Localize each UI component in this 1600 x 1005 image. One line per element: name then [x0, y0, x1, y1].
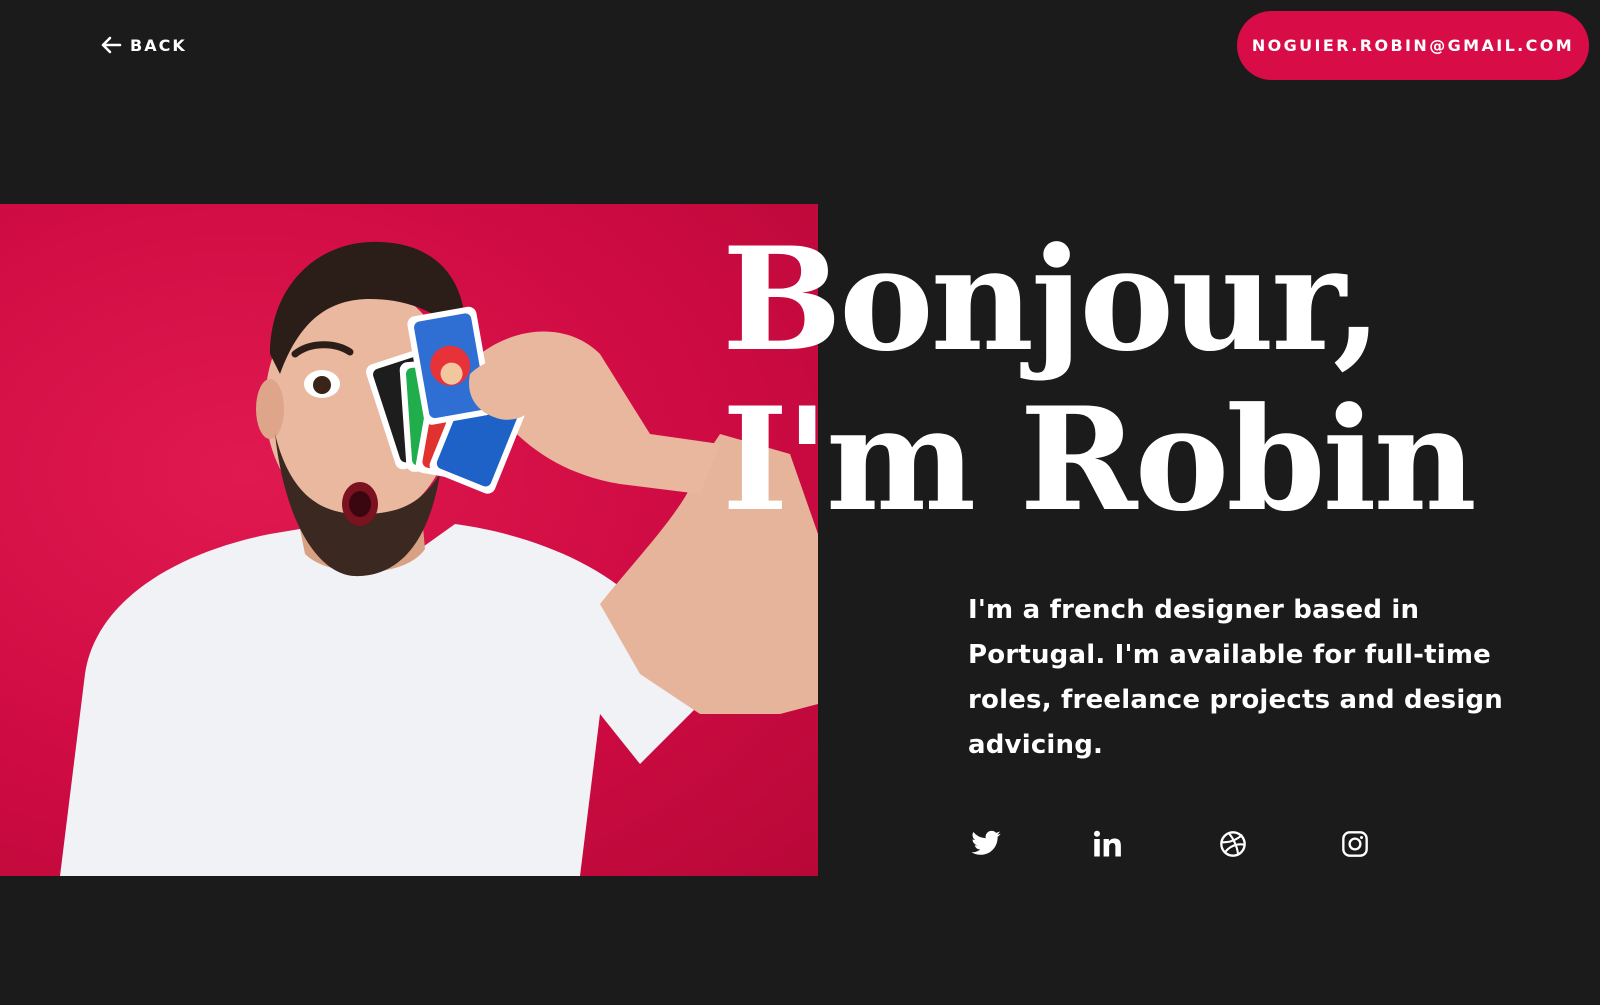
back-label: BACK — [130, 35, 187, 55]
hero-title-line1: Bonjour, — [722, 217, 1382, 383]
dribbble-link[interactable] — [1215, 828, 1251, 864]
hero-title: Bonjour, I'm Robin — [722, 217, 1477, 543]
social-links — [968, 828, 1388, 868]
twitter-icon — [970, 830, 1002, 863]
hero-photo — [0, 204, 818, 876]
linkedin-icon — [1093, 830, 1123, 863]
back-link[interactable]: BACK — [100, 33, 187, 57]
instagram-icon — [1341, 830, 1369, 863]
email-button[interactable]: NOGUIER.ROBIN@GMAIL.COM — [1237, 11, 1589, 80]
hero-title-line2: I'm Robin — [722, 377, 1477, 543]
arrow-left-icon — [100, 36, 122, 54]
bio-text: I'm a french designer based in Portugal.… — [968, 595, 1503, 760]
linkedin-link[interactable] — [1090, 828, 1126, 864]
twitter-link[interactable] — [968, 828, 1004, 864]
instagram-link[interactable] — [1337, 828, 1373, 864]
dribbble-icon — [1219, 830, 1247, 863]
